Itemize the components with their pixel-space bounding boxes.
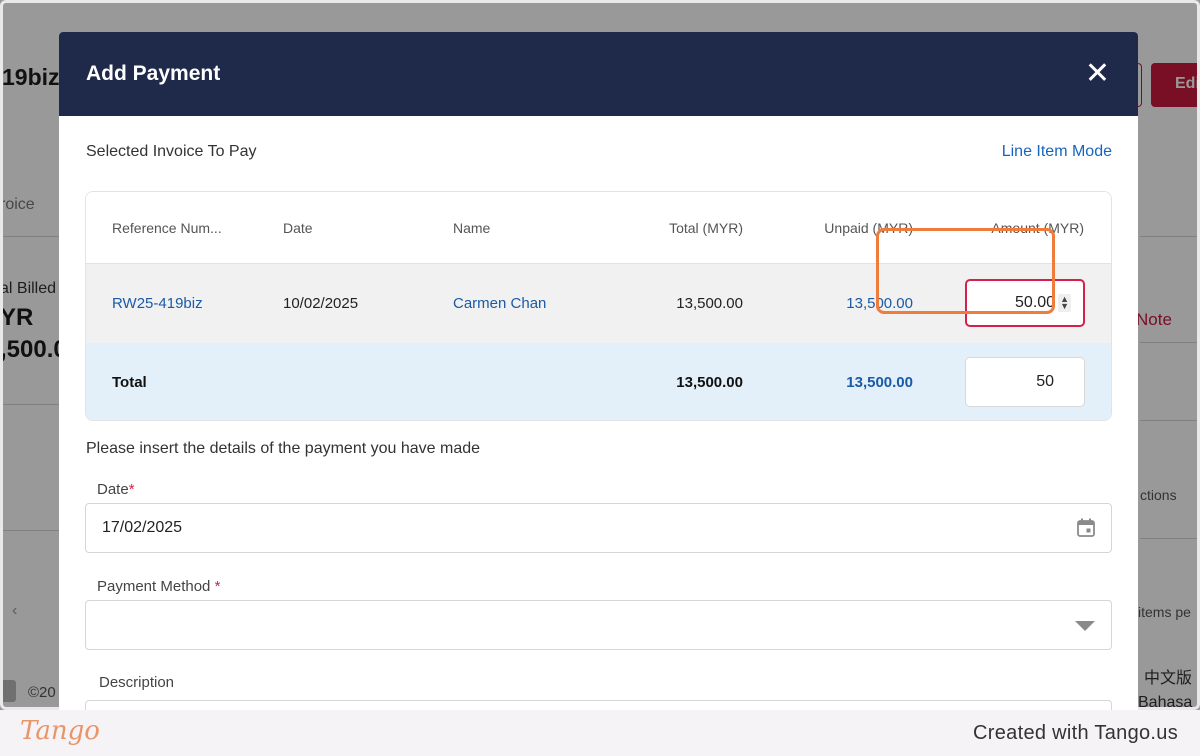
table-total-row: Total 13,500.00 13,500.00 50: [86, 343, 1111, 420]
amount-input-value: 50.00: [1015, 294, 1056, 311]
description-field-label: Description: [99, 674, 175, 691]
date-label-text: Date: [97, 481, 129, 498]
total-row-unpaid: 13,500.00: [846, 374, 913, 391]
date-field-label: Date*: [97, 481, 135, 498]
modal-header: Add Payment ✕: [59, 32, 1138, 116]
modal-title: Add Payment: [86, 62, 221, 85]
invoice-date: 10/02/2025: [283, 295, 359, 312]
column-header-amount: Amount (MYR): [991, 220, 1084, 236]
add-payment-modal: Add Payment ✕ Selected Invoice To Pay Li…: [59, 32, 1138, 710]
payment-method-field-label: Payment Method *: [97, 578, 220, 595]
total-row-total: 13,500.00: [676, 374, 743, 391]
column-header-total: Total (MYR): [669, 220, 743, 236]
date-input-value: 17/02/2025: [102, 519, 183, 536]
description-input[interactable]: [85, 700, 1112, 710]
line-item-mode-link[interactable]: Line Item Mode: [1002, 143, 1112, 161]
amount-input[interactable]: 50.00 ▲ ▼: [965, 279, 1085, 327]
total-amount-field: 50: [965, 357, 1085, 407]
column-header-unpaid: Unpaid (MYR): [824, 220, 913, 236]
number-spinner-icon[interactable]: ▲ ▼: [1058, 294, 1071, 312]
required-mark: *: [128, 481, 135, 498]
invoice-unpaid: 13,500.00: [846, 295, 913, 312]
column-header-date: Date: [283, 220, 313, 236]
caret-down-icon[interactable]: [1075, 621, 1095, 631]
invoice-total: 13,500.00: [676, 295, 743, 312]
calendar-icon[interactable]: [1077, 518, 1095, 537]
column-header-reference: Reference Num...: [112, 220, 222, 236]
table-header-row: Reference Num... Date Name Total (MYR) U…: [86, 192, 1111, 264]
required-mark: *: [214, 578, 221, 595]
created-with-tango: Created with Tango.us: [973, 722, 1178, 744]
invoice-table: Reference Num... Date Name Total (MYR) U…: [85, 191, 1112, 421]
invoice-reference-link[interactable]: RW25-419biz: [112, 295, 203, 312]
selected-invoice-label: Selected Invoice To Pay: [86, 143, 257, 160]
payment-details-instructions: Please insert the details of the payment…: [86, 440, 481, 457]
total-row-label: Total: [112, 374, 147, 391]
payment-method-label-text: Payment Method: [97, 578, 211, 595]
tango-logo: Tango: [20, 716, 100, 746]
payment-method-select[interactable]: [85, 600, 1112, 650]
date-input[interactable]: 17/02/2025: [85, 503, 1112, 553]
tango-footer: Tango Created with Tango.us: [0, 710, 1200, 756]
close-icon[interactable]: ✕: [1085, 59, 1110, 89]
customer-name-link[interactable]: Carmen Chan: [453, 295, 546, 312]
column-header-name: Name: [453, 220, 491, 236]
table-row: RW25-419biz 10/02/2025 Carmen Chan 13,50…: [86, 264, 1111, 343]
